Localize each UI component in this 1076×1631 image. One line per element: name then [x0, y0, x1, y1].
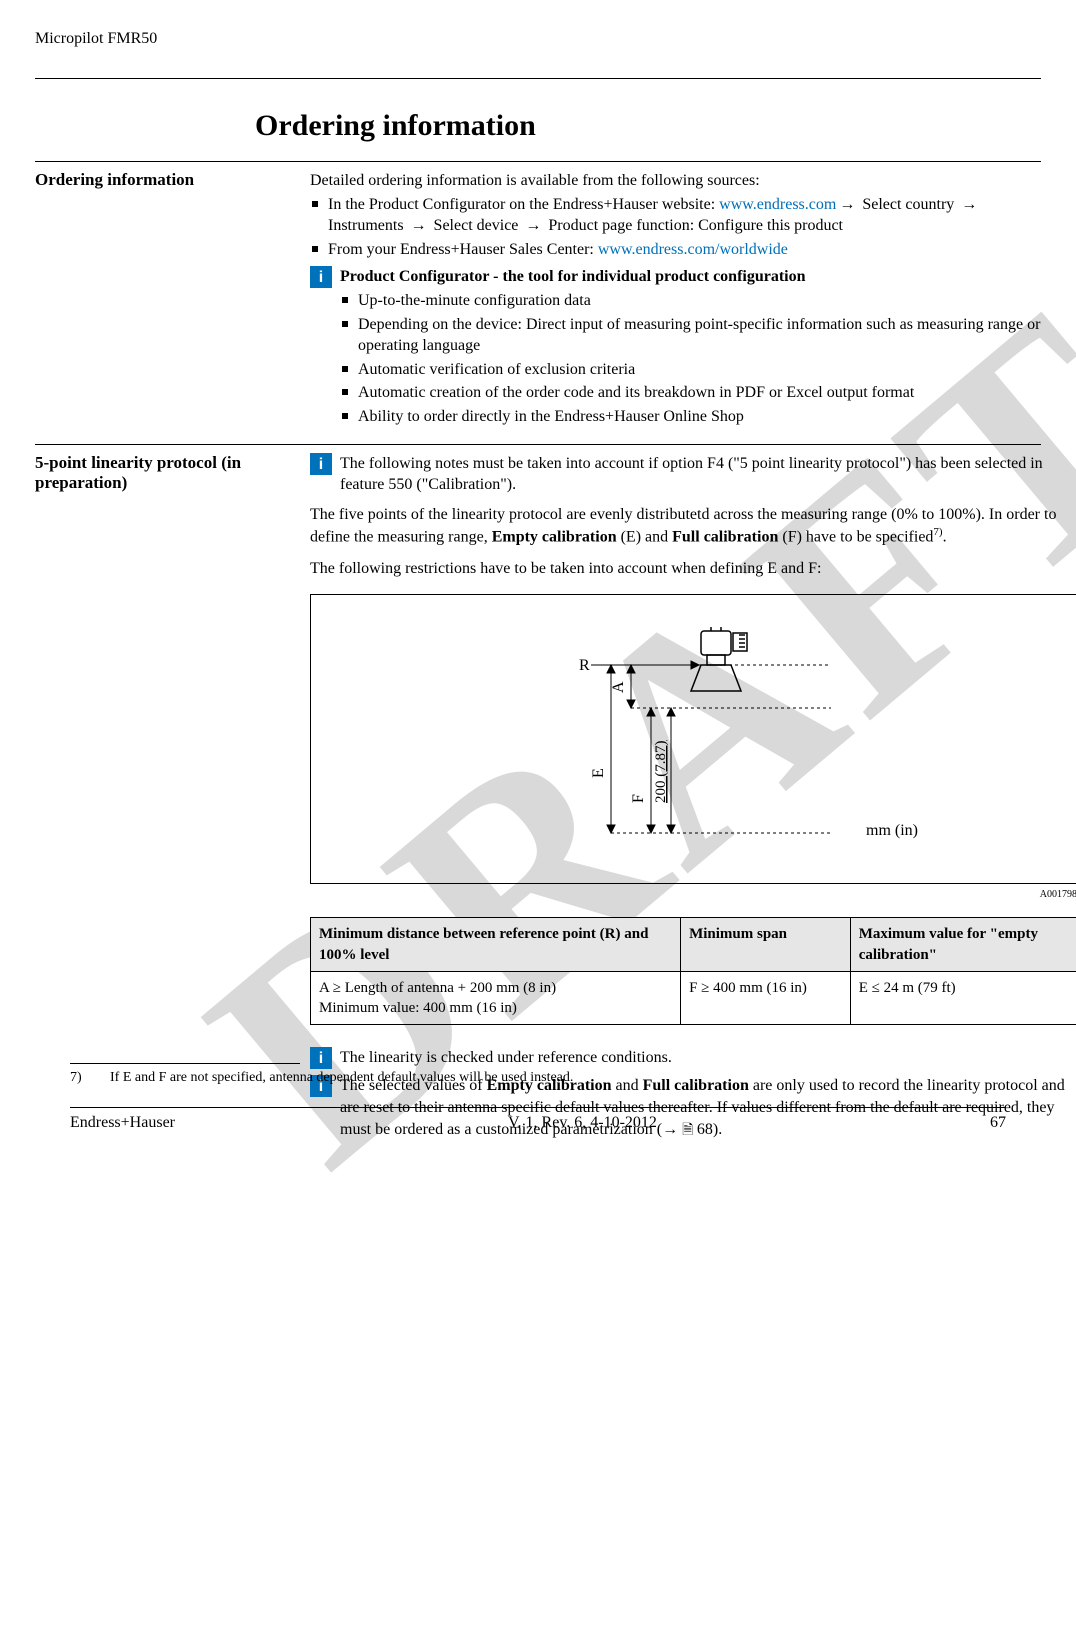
section-heading: Ordering information [255, 109, 1041, 143]
info-icon: i [310, 453, 334, 475]
footnote-7: 7)If E and F are not specified, antenna … [70, 1070, 1006, 1086]
link-worldwide[interactable]: www.endress.com/worldwide [598, 241, 788, 258]
th-min-span: Minimum span [681, 918, 851, 972]
ordering-bullet-2: From your Endress+Hauser Sales Center: w… [310, 239, 1041, 261]
figure-id: A0017983 [310, 888, 1076, 902]
fig-label-e: E [590, 768, 607, 778]
section-rule-2 [35, 444, 1041, 445]
page-header: Micropilot FMR50 [35, 30, 1041, 48]
footer-center: V. 1, Rev. 6, 4-10-2012 [508, 1114, 657, 1132]
linearity-figure: R A [310, 594, 1076, 884]
td-min-span: F ≥ 400 mm (16 in) [681, 971, 851, 1025]
linearity-note-1: The following notes must be taken into a… [340, 453, 1076, 496]
svg-text:i: i [319, 269, 323, 286]
td-max-empty: E ≤ 24 m (79 ft) [850, 971, 1076, 1025]
linearity-table: Minimum distance between reference point… [310, 917, 1076, 1025]
th-max-empty: Maximum value for "empty calibration" [850, 918, 1076, 972]
page-footer: Endress+Hauser V. 1, Rev. 6, 4-10-2012 6… [70, 1107, 1006, 1132]
ordering-bullet-1: In the Product Configurator on the Endre… [310, 194, 1041, 237]
footnote-rule [70, 1063, 300, 1064]
side-label-ordering: Ordering information [35, 170, 310, 436]
ordering-intro: Detailed ordering information is availab… [310, 170, 1041, 192]
side-label-linearity: 5-point linearity protocol (in preparati… [35, 453, 310, 1147]
fig-label-a: A [610, 681, 627, 693]
fig-unit: mm (in) [866, 822, 918, 839]
link-endress[interactable]: www.endress.com [719, 196, 836, 213]
footer-left: Endress+Hauser [70, 1114, 175, 1132]
pc-bullet-3: Automatic verification of exclusion crit… [340, 359, 1041, 381]
info-icon: i [310, 266, 334, 288]
fig-dim-200: 200 (7.87) [653, 740, 669, 803]
pc-bullet-5: Ability to order directly in the Endress… [340, 406, 1041, 428]
pc-bullet-2: Depending on the device: Direct input of… [340, 314, 1041, 357]
footer-page-number: 67 [990, 1114, 1006, 1132]
fig-label-r: R [579, 657, 590, 674]
section-rule-1 [35, 161, 1041, 162]
fig-label-f: F [630, 794, 647, 803]
td-min-distance: A ≥ Length of antenna + 200 mm (8 in) Mi… [311, 971, 681, 1025]
linearity-para-2: The following restrictions have to be ta… [310, 558, 1076, 580]
th-min-distance: Minimum distance between reference point… [311, 918, 681, 972]
pc-bullet-1: Up-to-the-minute configuration data [340, 290, 1041, 312]
svg-text:i: i [319, 456, 323, 473]
header-rule [35, 78, 1041, 79]
product-configurator-title: Product Configurator - the tool for indi… [340, 266, 1041, 288]
linearity-para-1: The five points of the linearity protoco… [310, 504, 1076, 549]
pc-bullet-4: Automatic creation of the order code and… [340, 382, 1041, 404]
